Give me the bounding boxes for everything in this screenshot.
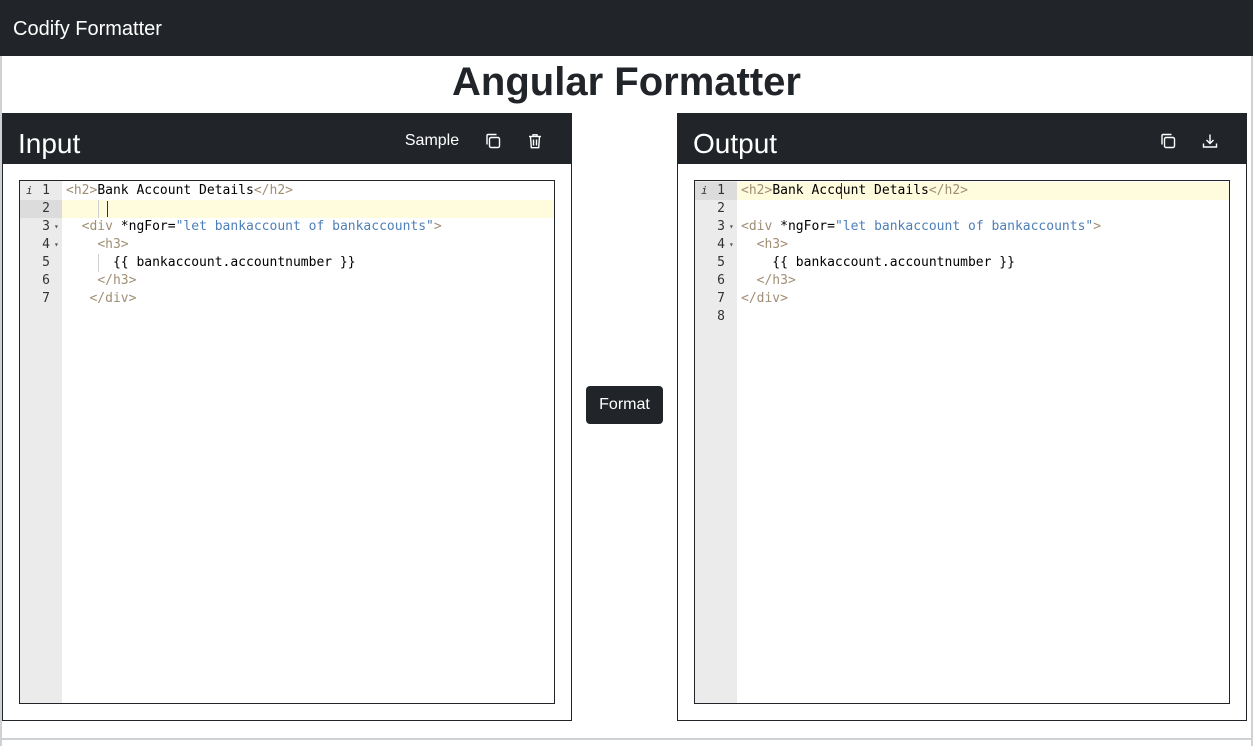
footer-divider	[0, 738, 1253, 740]
input-panel-title: Input	[18, 128, 81, 159]
fold-toggle-icon[interactable]: ▾	[54, 236, 59, 254]
code-text: <h2>Bank Account Details</h2>	[741, 183, 968, 198]
sample-button[interactable]: Sample	[399, 128, 465, 154]
output-code-editor[interactable]: 1 i <h2>Bank Account Details</h2> 2 3 ▾ <div *…	[694, 180, 1230, 704]
output-copy-button[interactable]	[1156, 128, 1180, 154]
page-title: Angular Formatter	[452, 60, 801, 104]
input-panel-header: Input Sample	[3, 114, 571, 164]
code-text: <h3>	[756, 237, 788, 252]
download-icon	[1202, 134, 1218, 148]
line-number: 6	[42, 273, 50, 288]
code-text: </h3>	[97, 273, 137, 288]
code-line[interactable]: 1 i <h2>Bank Account Details</h2>	[695, 182, 1229, 200]
code-text: <h3>	[97, 237, 129, 252]
line-number: 6	[717, 273, 725, 288]
line-number: 8	[717, 309, 725, 324]
code-text: {{ bankaccount.accountnumber }}	[66, 255, 356, 270]
code-line[interactable]: 1 i <h2>Bank Account Details</h2>	[20, 182, 554, 200]
code-line[interactable]: 3 ▾ <div *ngFor="let bankaccount of bankac…	[695, 218, 1229, 236]
code-text: </div>	[89, 291, 137, 306]
line-number: 5	[42, 255, 50, 270]
info-icon: i	[26, 184, 33, 197]
brand-link[interactable]: Codify Formatter	[13, 17, 162, 41]
code-line[interactable]: 2	[695, 200, 1229, 218]
fold-toggle-icon[interactable]: ▾	[729, 218, 734, 236]
line-number: 7	[42, 291, 50, 306]
input-panel: Input Sample 1 i <h2>Bank Account Details<…	[2, 113, 572, 721]
input-copy-button[interactable]	[481, 128, 505, 154]
code-line[interactable]: 6 </h3>	[695, 272, 1229, 290]
output-download-button[interactable]	[1198, 128, 1222, 154]
line-number: 5	[717, 255, 725, 270]
code-line[interactable]: 7 </div>	[20, 290, 554, 308]
trash-icon	[529, 134, 541, 149]
code-line[interactable]: 5 {{ bankaccount.accountnumber }}	[20, 254, 554, 272]
code-line[interactable]: 4 ▾ <h3>	[695, 236, 1229, 254]
indent-guide	[98, 254, 99, 272]
code-text: </h3>	[756, 273, 796, 288]
code-text: <h2>Bank Account Details</h2>	[66, 183, 293, 198]
line-number: 2	[20, 200, 62, 218]
code-text: </div>	[741, 291, 788, 306]
code-text: {{ bankaccount.accountnumber }}	[741, 255, 1015, 270]
fold-toggle-icon[interactable]: ▾	[729, 236, 734, 254]
output-panel-header: Output	[678, 114, 1246, 164]
code-line[interactable]: 8	[695, 308, 1229, 326]
fold-toggle-icon[interactable]: ▾	[54, 218, 59, 236]
top-navbar: Codify Formatter	[0, 0, 1253, 56]
text-cursor	[841, 183, 842, 199]
line-number: 2	[717, 201, 725, 216]
code-line[interactable]: 2	[20, 200, 554, 218]
output-panel: Output 1 i <h2>Bank Account Details</h2> 2 3…	[677, 113, 1247, 721]
format-button[interactable]: Format	[586, 386, 663, 424]
line-number: 7	[717, 291, 725, 306]
code-line[interactable]: 3 ▾ <div *ngFor="let bankaccount of banka…	[20, 218, 554, 236]
code-text: <div *ngFor="let bankaccount of bankacco…	[741, 219, 1102, 234]
code-line[interactable]: 5 {{ bankaccount.accountnumber }}	[695, 254, 1229, 272]
code-text: <div *ngFor="let bankaccount of bankacco…	[81, 219, 442, 234]
input-code-editor[interactable]: 1 i <h2>Bank Account Details</h2> 2 3 ▾ <div …	[19, 180, 555, 704]
indent-guide	[98, 200, 99, 218]
info-icon: i	[701, 184, 708, 197]
code-line[interactable]: 7 </div>	[695, 290, 1229, 308]
input-clear-button[interactable]	[523, 128, 547, 154]
copy-icon	[486, 133, 501, 149]
code-line[interactable]: 4 ▾ <h3>	[20, 236, 554, 254]
text-cursor	[107, 201, 108, 217]
output-panel-title: Output	[693, 128, 778, 159]
copy-icon	[1161, 133, 1176, 149]
code-line[interactable]: 6 </h3>	[20, 272, 554, 290]
